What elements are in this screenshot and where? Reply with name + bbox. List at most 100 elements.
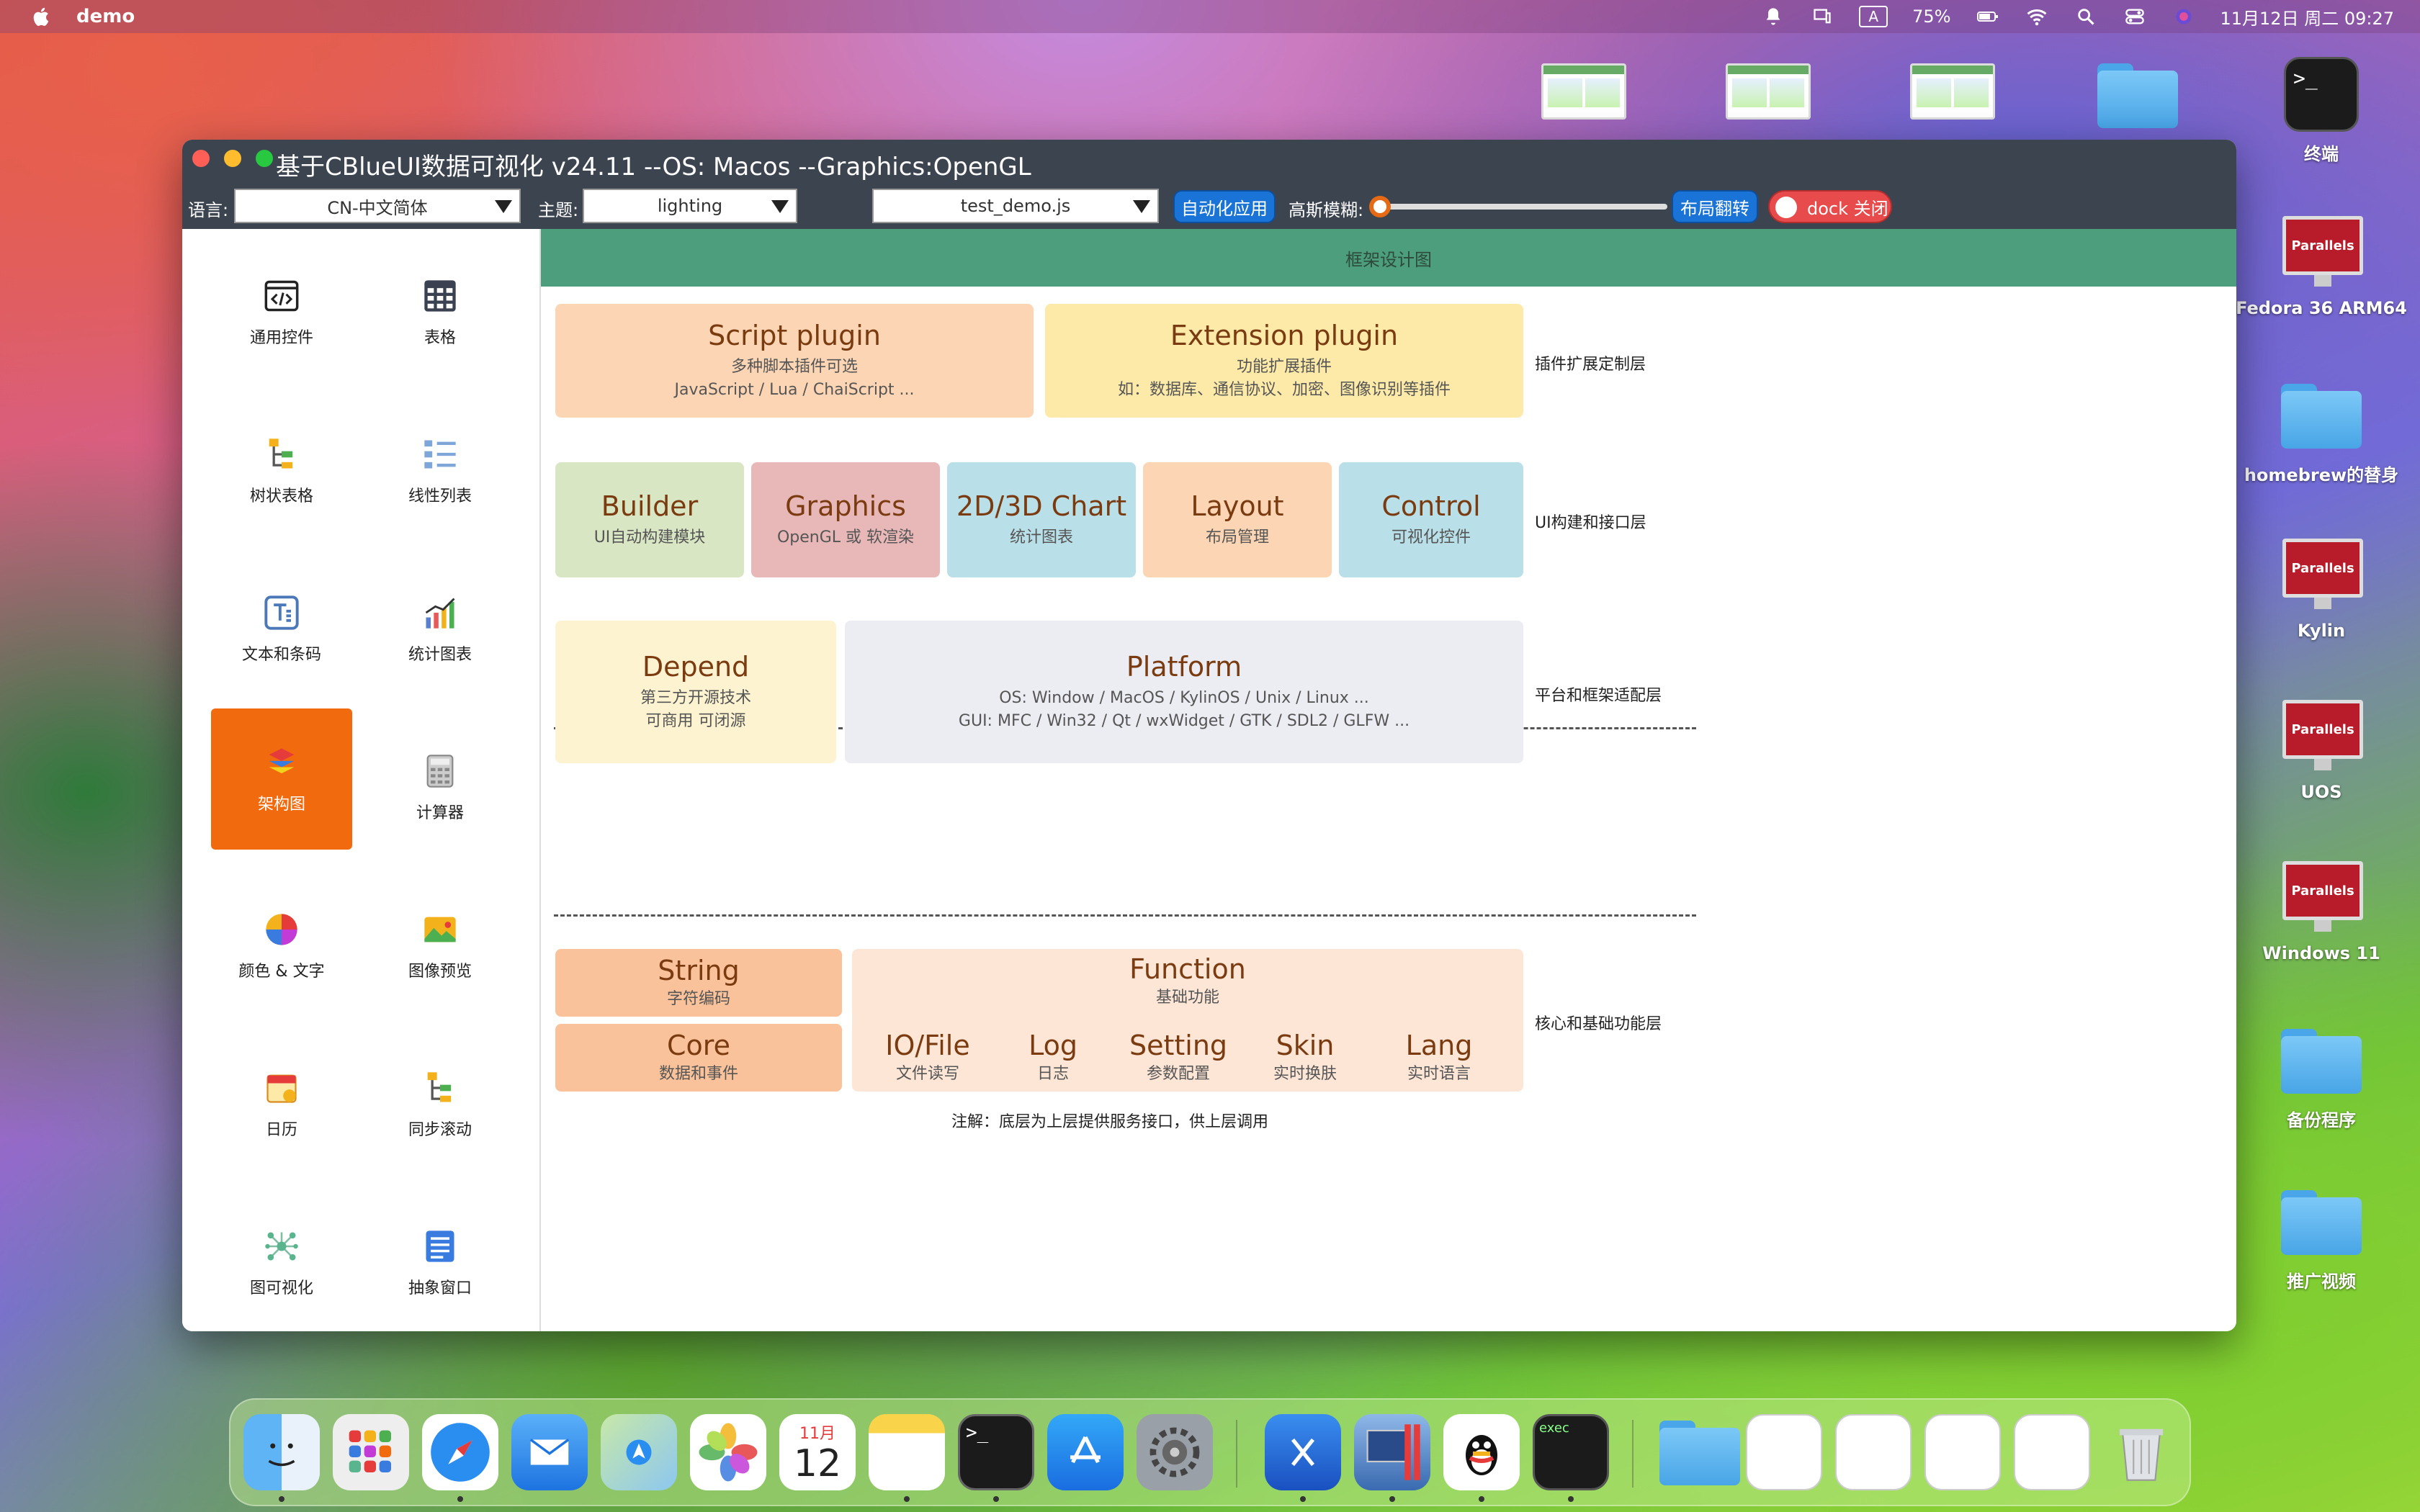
close-window-button[interactable]: [192, 150, 210, 167]
desktop-icon-homebrew[interactable]: homebrew的替身: [2228, 376, 2415, 486]
wifi-icon[interactable]: [2025, 6, 2049, 27]
desktop-icon-uos[interactable]: Parallels UOS: [2228, 697, 2415, 802]
apple-icon[interactable]: [26, 2, 55, 31]
desktop-icon-kylin[interactable]: Parallels Kylin: [2228, 536, 2415, 641]
doc-thumb-icon[interactable]: [1835, 1414, 1912, 1490]
sidebar-item-graph[interactable]: 图可视化: [211, 1192, 352, 1331]
graphics-box[interactable]: Graphics OpenGL 或 软渲染: [751, 462, 940, 577]
folder-icon[interactable]: [2094, 60, 2181, 128]
sidebar-item-controls[interactable]: 通用控件: [211, 242, 352, 383]
sync-scroll-icon: [421, 1069, 459, 1107]
main-content: 框架设计图 Script plugin 多种脚本插件可选 JavaScript …: [541, 229, 2236, 1331]
builder-box[interactable]: Builder UI自动构建模块: [555, 462, 744, 577]
qq-icon[interactable]: [1443, 1414, 1520, 1490]
sidebar-item-table[interactable]: 表格: [369, 242, 511, 383]
sidebar-item-abstract-window[interactable]: 抽象窗口: [369, 1192, 511, 1331]
automation-button[interactable]: 自动化应用: [1173, 190, 1276, 223]
sidebar-item-label: 线性列表: [408, 487, 472, 505]
screen-mirror-icon[interactable]: [1810, 6, 1834, 27]
io-file-box[interactable]: IO/File 文件读写: [866, 1024, 989, 1092]
sidebar-item-color-text[interactable]: 颜色 & 文字: [211, 876, 352, 1017]
sidebar-item-sync-scroll[interactable]: 同步滚动: [369, 1034, 511, 1175]
box-subtitle: 可商用 可闭源: [645, 712, 746, 730]
sidebar-item-calendar[interactable]: 日历: [211, 1034, 352, 1175]
parallels-vm-icon: Parallels: [2278, 697, 2365, 776]
sidebar-item-tree-table[interactable]: 树状表格: [211, 400, 352, 541]
box-title: IO/File: [885, 1030, 970, 1061]
terminal-icon[interactable]: >_: [958, 1414, 1034, 1490]
desktop-icon-terminal[interactable]: >_ 终端: [2228, 55, 2415, 165]
skin-box[interactable]: Skin 实时换肤: [1251, 1024, 1359, 1092]
desktop-screenshot-thumbnail[interactable]: [1541, 63, 1626, 120]
blur-slider-knob[interactable]: [1369, 196, 1391, 217]
desktop-screenshot-thumbnail[interactable]: [1910, 63, 1995, 120]
input-method-icon[interactable]: A: [1859, 6, 1888, 27]
sidebar-item-text[interactable]: 文本和条码: [211, 559, 352, 700]
zoom-window-button[interactable]: [256, 150, 273, 167]
safari-icon[interactable]: [422, 1414, 498, 1490]
notes-icon[interactable]: [869, 1414, 945, 1490]
system-settings-icon[interactable]: [1137, 1414, 1213, 1490]
depend-box[interactable]: Depend 第三方开源技术 可商用 可闭源: [555, 621, 836, 763]
desktop-icon-label: UOS: [2300, 782, 2342, 802]
battery-icon[interactable]: [1976, 6, 2000, 27]
menubar-clock[interactable]: 11月12日 周二 09:27: [2220, 4, 2395, 30]
platform-box[interactable]: Platform OS: Window / MacOS / KylinOS / …: [845, 621, 1523, 763]
script-plugin-box[interactable]: Script plugin 多种脚本插件可选 JavaScript / Lua …: [555, 304, 1034, 418]
control-center-icon[interactable]: [2123, 6, 2147, 27]
extension-plugin-box[interactable]: Extension plugin 功能扩展插件 如：数据库、通信协议、加密、图像…: [1045, 304, 1523, 418]
doc-thumb-icon[interactable]: [1924, 1414, 2001, 1490]
layer-label-core: 核心和基础功能层: [1535, 1015, 1662, 1033]
chart-box[interactable]: 2D/3D Chart 统计图表: [947, 462, 1136, 577]
siri-icon[interactable]: [2172, 6, 2196, 27]
exec-icon[interactable]: exec: [1533, 1414, 1609, 1490]
photos-icon[interactable]: [690, 1414, 766, 1490]
desktop-icon-fedora[interactable]: Parallels Fedora 36 ARM64: [2228, 213, 2415, 318]
maps-icon[interactable]: [601, 1414, 677, 1490]
sidebar-item-label: 树状表格: [249, 487, 313, 505]
trash-icon[interactable]: [2103, 1414, 2179, 1490]
sidebar-item-chart[interactable]: 统计图表: [369, 559, 511, 700]
minimize-window-button[interactable]: [224, 150, 241, 167]
script-select[interactable]: test_demo.js: [872, 189, 1159, 223]
calendar-icon[interactable]: 11月 12: [779, 1414, 856, 1490]
finder-icon[interactable]: [243, 1414, 320, 1490]
theme-select[interactable]: lighting: [583, 189, 797, 223]
mail-icon[interactable]: [511, 1414, 588, 1490]
app-store-icon[interactable]: [1047, 1414, 1124, 1490]
lang-box[interactable]: Lang 实时语言: [1385, 1024, 1493, 1092]
parallels-icon[interactable]: [1354, 1414, 1430, 1490]
launchpad-icon[interactable]: [333, 1414, 409, 1490]
sidebar-item-list[interactable]: 线性列表: [369, 400, 511, 541]
xcode-icon[interactable]: [1265, 1414, 1341, 1490]
layout-box[interactable]: Layout 布局管理: [1143, 462, 1332, 577]
sidebar-item-architecture[interactable]: 架构图: [211, 708, 352, 850]
core-box[interactable]: Core 数据和事件: [555, 1024, 842, 1092]
active-app-name[interactable]: demo: [76, 6, 135, 27]
chevron-down-icon: [771, 200, 789, 213]
app-window: 基于CBlueUI数据可视化 v24.11 --OS: Macos --Grap…: [182, 140, 2236, 1331]
dock-toggle[interactable]: dock 关闭: [1768, 190, 1892, 223]
layout-flip-button[interactable]: 布局翻转: [1672, 190, 1758, 223]
desktop-icon-windows11[interactable]: Parallels Windows 11: [2228, 858, 2415, 963]
calendar-month: 11月: [799, 1425, 835, 1443]
box-subtitle: 如：数据库、通信协议、加密、图像识别等插件: [1117, 381, 1451, 399]
string-box[interactable]: String 字符编码: [555, 949, 842, 1017]
bell-icon[interactable]: [1761, 6, 1785, 27]
desktop-icon-backup[interactable]: 备份程序: [2228, 1021, 2415, 1131]
desktop-icon-label: 备份程序: [2287, 1110, 2356, 1130]
doc-thumb-icon[interactable]: [2014, 1414, 2090, 1490]
blur-slider-track[interactable]: [1379, 204, 1667, 210]
language-select[interactable]: CN-中文简体: [234, 189, 521, 223]
setting-box[interactable]: Setting 参数配置: [1117, 1024, 1240, 1092]
code-window-icon: [263, 277, 300, 315]
sidebar-item-image[interactable]: 图像预览: [369, 876, 511, 1017]
log-box[interactable]: Log 日志: [999, 1024, 1107, 1092]
doc-thumb-icon[interactable]: [1746, 1414, 1822, 1490]
sidebar-item-calculator[interactable]: 计算器: [369, 717, 511, 858]
downloads-folder-icon[interactable]: [1657, 1414, 1740, 1490]
desktop-screenshot-thumbnail[interactable]: [1726, 63, 1811, 120]
desktop-icon-promo-video[interactable]: 推广视频: [2228, 1182, 2415, 1292]
control-box[interactable]: Control 可视化控件: [1339, 462, 1523, 577]
search-icon[interactable]: [2074, 6, 2098, 27]
